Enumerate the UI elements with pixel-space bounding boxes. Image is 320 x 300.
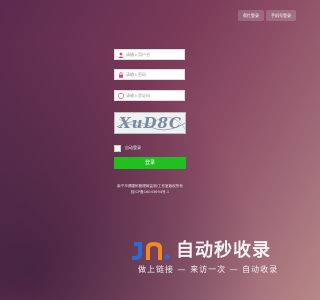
lock-icon — [118, 72, 124, 78]
user-icon — [118, 52, 124, 58]
remember-label: 自动登录 — [125, 145, 141, 150]
remember-me[interactable]: 自动登录 — [114, 144, 141, 152]
captcha-text: XuD8C — [119, 114, 182, 132]
username-input[interactable] — [126, 50, 184, 59]
username-field[interactable] — [114, 49, 185, 60]
help-login-button[interactable]: 帮忙登录 — [238, 10, 264, 21]
logo-mark-icon — [132, 242, 170, 260]
footer-icp[interactable]: 桂ICP备16043694号-1 — [100, 189, 200, 195]
logo-subtitle: 做上链接 — 来访一次 — 自动收录 — [138, 265, 279, 274]
footer: 南宁市健康码管理局监测/工作室版权所有 桂ICP备16043694号-1 — [100, 183, 200, 195]
logo-title: 自动秒收录 — [176, 240, 271, 261]
shield-icon — [118, 93, 124, 99]
watermark-logo: 自动秒收录 做上链接 — 来访一次 — 自动收录 — [130, 240, 290, 274]
verification-code-field[interactable] — [114, 90, 185, 101]
remember-checkbox[interactable] — [114, 144, 121, 152]
password-input[interactable] — [126, 70, 184, 79]
password-field[interactable] — [114, 69, 185, 80]
login-button[interactable]: 登录 — [114, 157, 186, 169]
verification-code-input[interactable] — [126, 91, 184, 100]
phone-login-button[interactable]: 手机号登录 — [266, 10, 296, 21]
captcha-image[interactable]: XuD8C — [114, 112, 186, 134]
